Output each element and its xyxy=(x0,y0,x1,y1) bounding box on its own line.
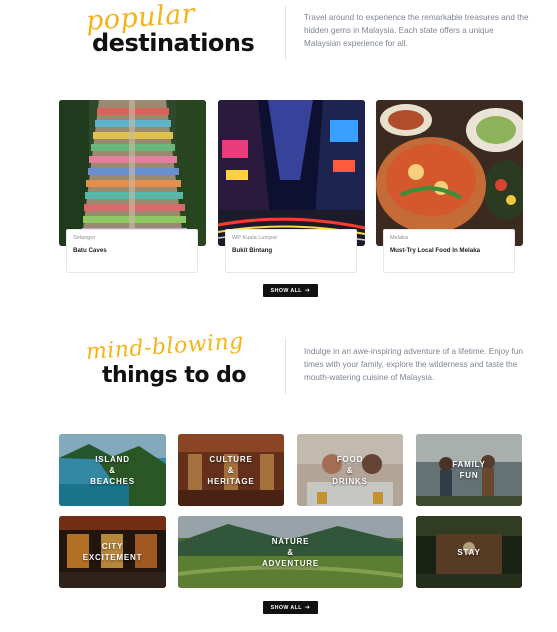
tile-city-excitement[interactable]: CITY EXCITEMENT xyxy=(59,516,166,588)
tile-stay[interactable]: STAY xyxy=(416,516,522,588)
destination-state: Selangor xyxy=(73,235,96,241)
destination-name[interactable]: Must-Try Local Food In Melaka xyxy=(390,247,508,254)
mind-blowing-script-heading: mind-blowing xyxy=(85,329,245,365)
tile-family-fun[interactable]: FAMILY FUN xyxy=(416,434,522,506)
batu-caves-image xyxy=(59,100,206,246)
tile-label: FAMILY FUN xyxy=(452,460,486,480)
destination-card-info: WP Kuala Lumpur Bukit Bintang xyxy=(225,229,357,273)
destination-name[interactable]: Bukit Bintang xyxy=(232,247,350,254)
destination-state: Melaka xyxy=(390,235,409,241)
destination-card-melaka-food[interactable] xyxy=(376,100,523,246)
tile-label: ISLAND & BEACHES xyxy=(90,454,135,486)
bukit-bintang-image xyxy=(218,100,365,246)
destinations-description: Travel around to experience the remarkab… xyxy=(304,13,529,49)
destinations-show-all-button[interactable]: SHOW ALL ➔ xyxy=(263,284,318,297)
tile-label: STAY xyxy=(457,547,481,557)
tile-label: FOOD & DRINKS xyxy=(332,454,368,486)
show-all-label: SHOW ALL xyxy=(270,604,302,611)
arrow-right-icon: ➔ xyxy=(304,604,311,611)
destination-card-bukit-bintang[interactable] xyxy=(218,100,365,246)
section-divider xyxy=(285,6,286,60)
destination-card-info: Selangor Batu Caves xyxy=(66,229,198,273)
section-divider xyxy=(285,338,286,394)
tile-label: NATURE & ADVENTURE xyxy=(262,536,319,568)
tile-nature-adventure[interactable]: NATURE & ADVENTURE xyxy=(178,516,403,588)
tile-label: CULTURE & HERITAGE xyxy=(207,454,255,486)
tile-label: CITY EXCITEMENT xyxy=(82,542,143,562)
destinations-heading: destinations xyxy=(92,29,255,57)
destination-name[interactable]: Batu Caves xyxy=(73,247,191,254)
things-to-do-heading: things to do xyxy=(102,363,247,388)
arrow-right-icon: ➔ xyxy=(304,287,311,294)
things-description: Indulge in an awe-inspiring adventure of… xyxy=(304,347,523,383)
tile-food-drinks[interactable]: FOOD & DRINKS xyxy=(297,434,403,506)
destination-state: WP Kuala Lumpur xyxy=(232,235,278,241)
destination-card-info: Melaka Must-Try Local Food In Melaka xyxy=(383,229,515,273)
things-show-all-button[interactable]: SHOW ALL ➔ xyxy=(263,601,318,614)
melaka-food-image xyxy=(376,100,523,246)
tile-island-beaches[interactable]: ISLAND & BEACHES xyxy=(59,434,166,506)
destination-card-batu-caves[interactable] xyxy=(59,100,206,246)
tile-culture-heritage[interactable]: CULTURE & HERITAGE xyxy=(178,434,284,506)
show-all-label: SHOW ALL xyxy=(270,287,302,294)
